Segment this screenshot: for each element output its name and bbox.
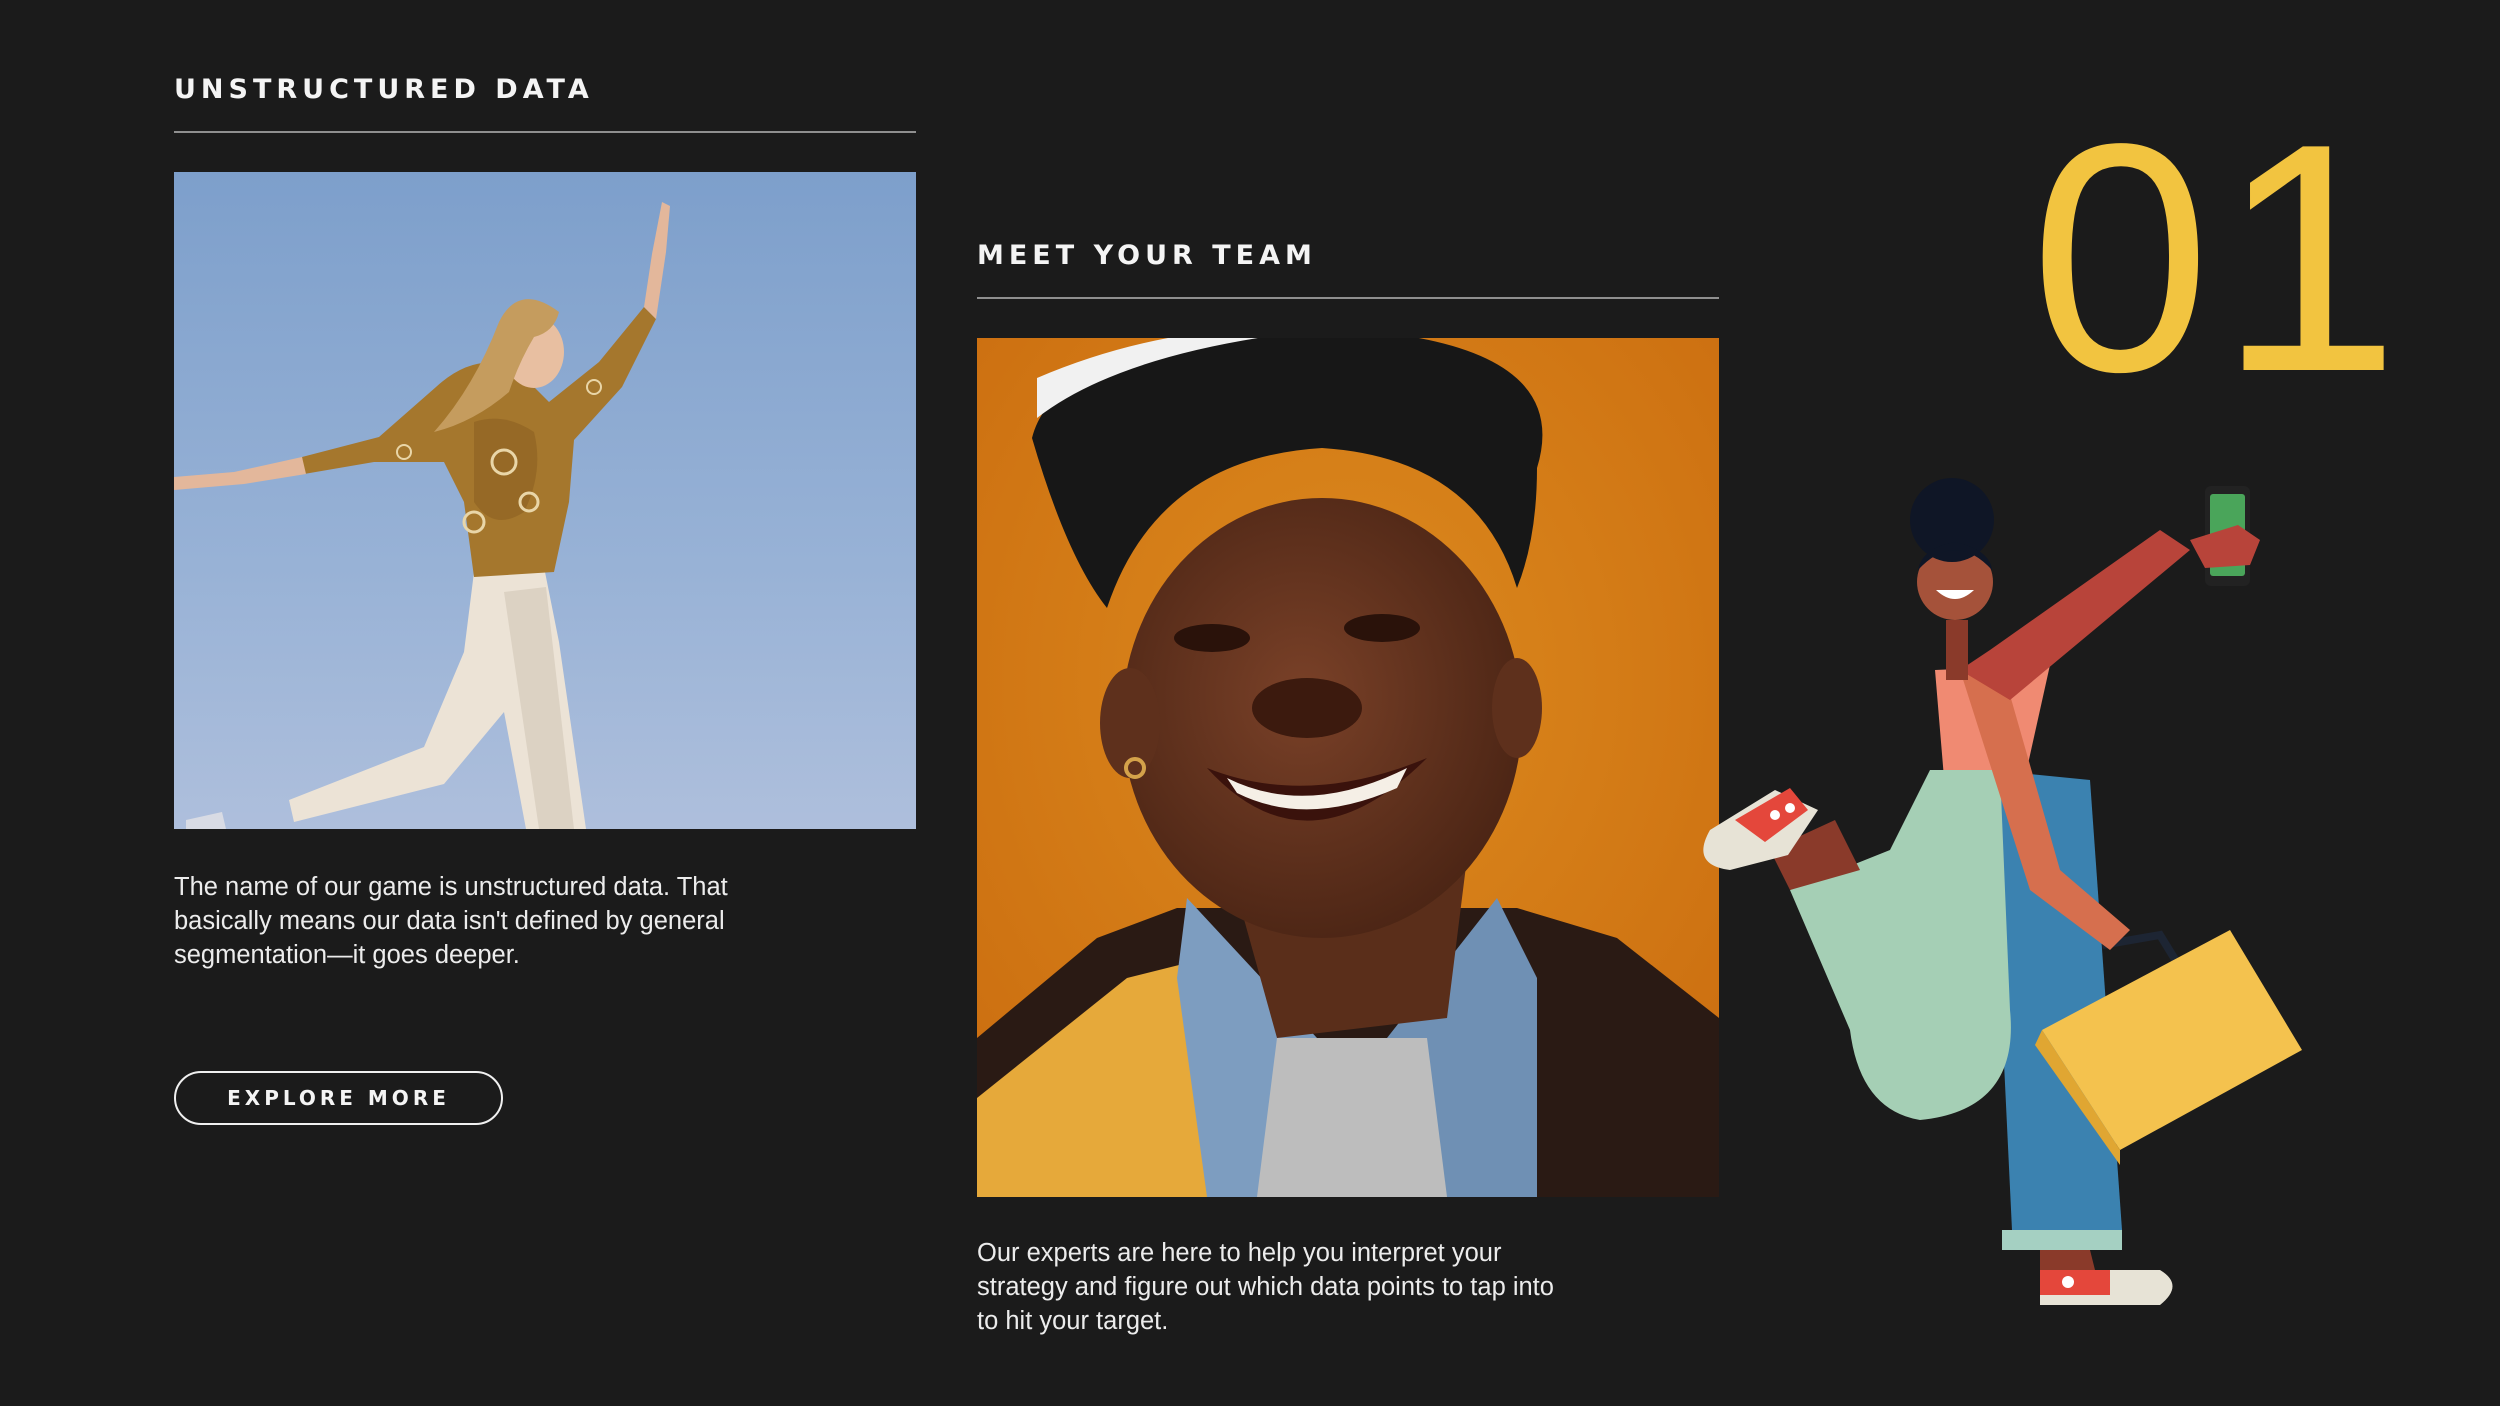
description-line: basically means our data isn't defined b… — [174, 907, 725, 935]
woman-balancing-photo — [174, 172, 916, 829]
unstructured-data-description: The name of our game is unstructured dat… — [174, 870, 728, 972]
description-line: to hit your target. — [977, 1307, 1169, 1335]
description-line: The name of our game is unstructured dat… — [174, 873, 728, 901]
description-line: segmentation—it goes deeper. — [174, 941, 520, 969]
explore-more-button[interactable]: EXPLORE MORE — [174, 1071, 503, 1125]
section-title-meet-your-team: MEET YOUR TEAM — [977, 240, 1317, 271]
section-number: 01 — [2030, 76, 2408, 439]
person-with-phone-illustration — [1690, 470, 2330, 1310]
description-line: Our experts are here to help you interpr… — [977, 1239, 1502, 1267]
title-divider — [174, 131, 916, 133]
team-description: Our experts are here to help you interpr… — [977, 1236, 1554, 1338]
title-divider — [977, 297, 1719, 299]
smiling-man-photo — [977, 338, 1719, 1197]
section-title-unstructured-data: UNSTRUCTURED DATA — [174, 74, 594, 105]
description-line: strategy and figure out which data point… — [977, 1273, 1554, 1301]
